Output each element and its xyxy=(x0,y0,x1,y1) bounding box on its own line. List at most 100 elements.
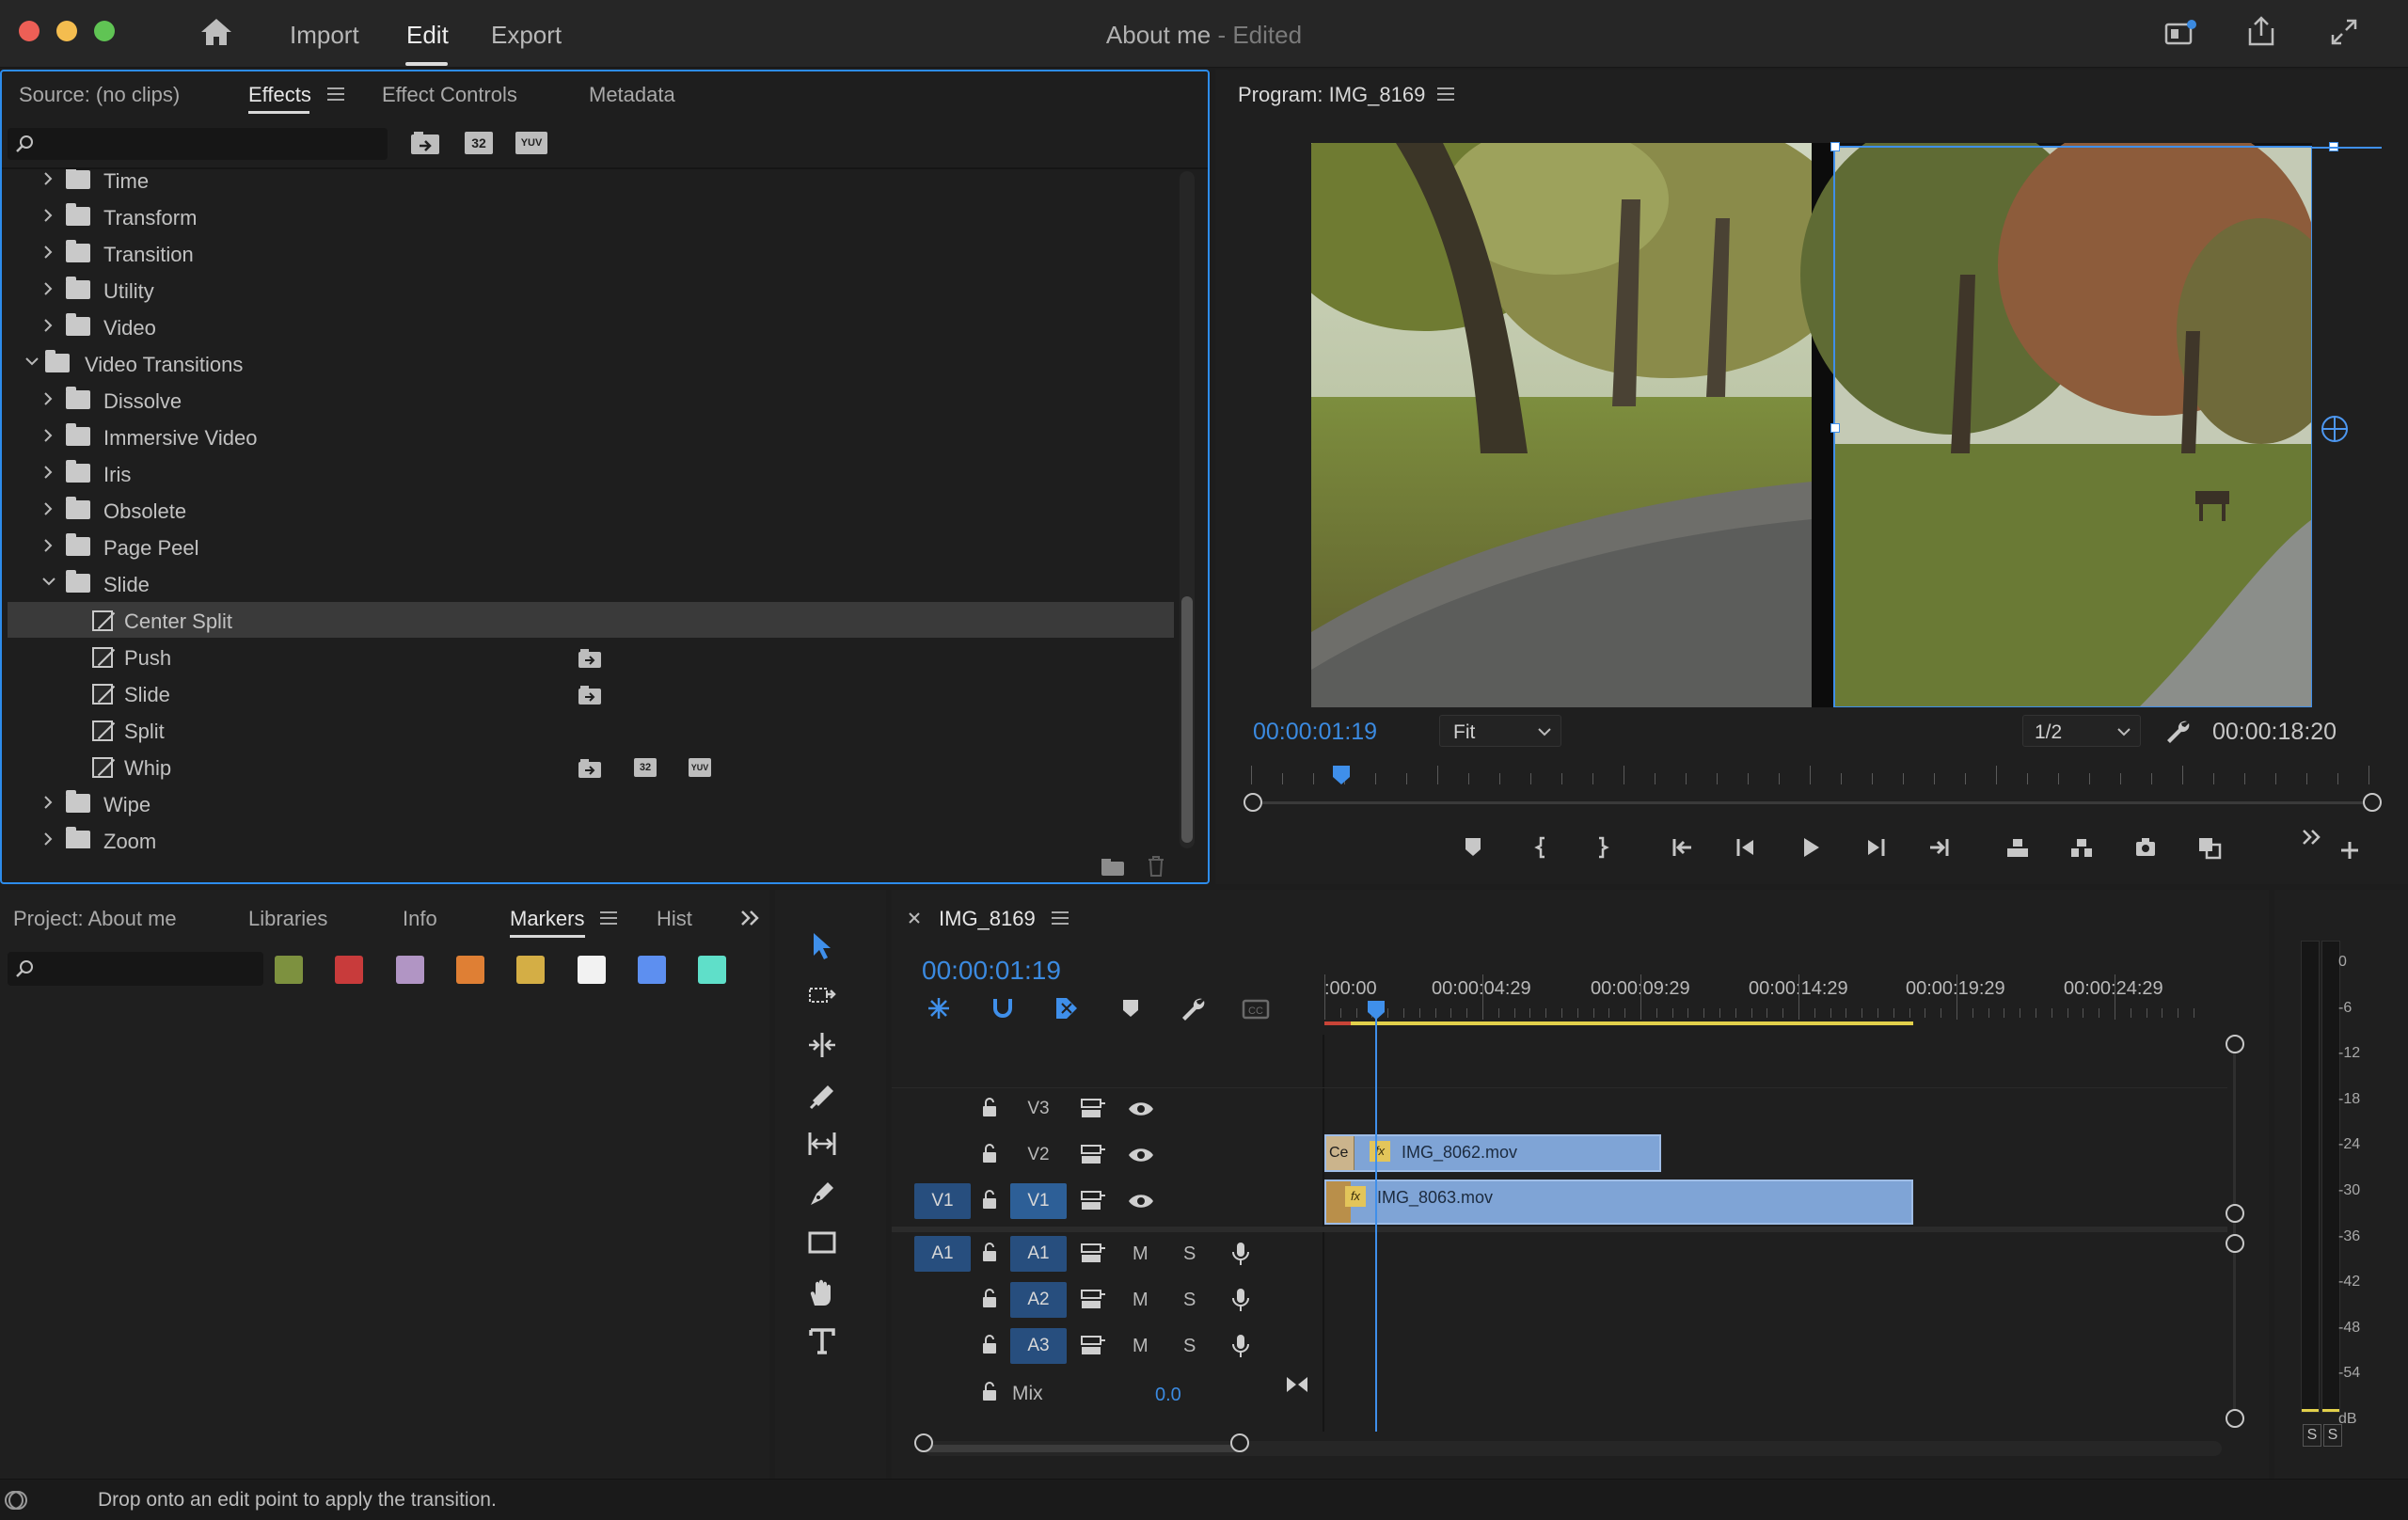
32bit-filter-button[interactable]: 32 xyxy=(465,132,493,154)
toggle-track-output-icon[interactable] xyxy=(1127,1191,1155,1211)
track-target-v1[interactable]: V1 xyxy=(1010,1183,1067,1219)
hscroll-handle-right[interactable] xyxy=(1230,1433,1249,1452)
sync-lock-icon[interactable] xyxy=(1080,1242,1106,1264)
chevron-right-icon[interactable] xyxy=(41,391,56,406)
timeline-settings-icon[interactable] xyxy=(1180,995,1208,1023)
marker-color-filter[interactable] xyxy=(455,956,484,984)
effects-folder-row[interactable]: Immersive Video xyxy=(8,419,1174,454)
vscroll-handle[interactable] xyxy=(2226,1204,2244,1223)
tab-markers[interactable]: Markers xyxy=(510,907,584,931)
lock-track-icon[interactable] xyxy=(980,1189,999,1211)
fullscreen-icon[interactable] xyxy=(2327,15,2361,49)
extract-icon[interactable] xyxy=(2069,835,2094,860)
vscroll-handle[interactable] xyxy=(2226,1409,2244,1428)
sync-lock-icon[interactable] xyxy=(1080,1189,1106,1211)
close-sequence-icon[interactable] xyxy=(905,909,924,927)
tab-source[interactable]: Source: (no clips) xyxy=(19,83,180,107)
track-target-a1[interactable]: A1 xyxy=(1010,1236,1067,1272)
step-back-icon[interactable] xyxy=(1735,835,1759,860)
timeline-vscroll-track[interactable] xyxy=(2233,1042,2236,1418)
go-to-in-icon[interactable] xyxy=(1671,835,1695,860)
go-to-out-icon[interactable] xyxy=(1926,835,1951,860)
selection-tool-icon[interactable] xyxy=(807,931,837,961)
effects-search-field[interactable] xyxy=(8,128,388,160)
lock-track-icon[interactable] xyxy=(980,1381,999,1403)
chevron-right-icon[interactable] xyxy=(41,318,56,333)
snap-icon[interactable] xyxy=(990,995,1018,1023)
playhead-handle[interactable] xyxy=(1366,999,1386,1021)
mute-track-button[interactable]: M xyxy=(1133,1336,1149,1357)
program-monitor-title[interactable]: Program: IMG_8169 xyxy=(1238,83,1425,107)
mark-in-icon[interactable] xyxy=(1531,835,1556,860)
effects-folder-row[interactable]: Page Peel xyxy=(8,529,1174,564)
effect-item-row[interactable]: Slide xyxy=(8,675,1174,711)
tab-effects[interactable]: Effects xyxy=(248,83,311,107)
track-target-a2[interactable]: A2 xyxy=(1010,1282,1067,1318)
sync-lock-icon[interactable] xyxy=(1080,1334,1106,1356)
chevron-down-icon[interactable] xyxy=(41,575,56,590)
play-icon[interactable] xyxy=(1798,835,1823,860)
timeline-hscroll-thumb[interactable] xyxy=(924,1445,1240,1452)
effects-menu-icon[interactable] xyxy=(327,87,344,101)
resolution-dropdown[interactable]: 1/2 xyxy=(2022,715,2141,747)
program-playhead-handle[interactable] xyxy=(1331,764,1352,786)
add-button-icon[interactable] xyxy=(2337,837,2363,863)
go-to-mix-icon[interactable] xyxy=(1285,1373,1309,1396)
tab-metadata[interactable]: Metadata xyxy=(589,83,675,107)
source-patch-a1[interactable]: A1 xyxy=(914,1236,971,1272)
video-frame[interactable] xyxy=(1311,143,2312,707)
add-marker-icon[interactable] xyxy=(1462,835,1486,860)
effects-folder-row[interactable]: Transform xyxy=(8,198,1174,234)
program-scroll-track[interactable] xyxy=(1255,801,2370,804)
export-frame-icon[interactable] xyxy=(2133,835,2158,860)
effect-item-row[interactable]: Push xyxy=(8,639,1174,674)
scroll-handle-right[interactable] xyxy=(2363,793,2382,812)
track-target-a3[interactable]: A3 xyxy=(1010,1328,1067,1364)
tab-info[interactable]: Info xyxy=(403,907,437,931)
voice-over-record-icon[interactable] xyxy=(1230,1241,1251,1267)
markers-search-field[interactable] xyxy=(8,952,263,986)
program-menu-icon[interactable] xyxy=(1437,87,1454,101)
marker-color-filter[interactable] xyxy=(275,956,303,984)
sequence-menu-icon[interactable] xyxy=(1052,911,1069,925)
marker-color-filter[interactable] xyxy=(577,956,606,984)
chevron-right-icon[interactable] xyxy=(41,831,56,847)
razor-tool-icon[interactable] xyxy=(807,1080,837,1110)
solo-right-button[interactable]: S xyxy=(2323,1424,2342,1447)
timeline-clip[interactable]: fx IMG_8063.mov xyxy=(1324,1180,1913,1225)
work-area-bar[interactable] xyxy=(1324,1021,1913,1025)
sequence-tab[interactable]: IMG_8169 xyxy=(939,907,1036,931)
transform-handle[interactable] xyxy=(1830,423,1840,433)
pen-tool-icon[interactable] xyxy=(807,1179,837,1209)
marker-color-filter[interactable] xyxy=(698,956,727,984)
track-target-v3[interactable]: V3 xyxy=(1010,1091,1067,1127)
effects-scrollbar[interactable] xyxy=(1180,171,1195,848)
effects-folder-row[interactable]: Iris xyxy=(8,455,1174,491)
accelerated-effects-filter-icon[interactable] xyxy=(408,128,442,158)
hand-tool-icon[interactable] xyxy=(807,1277,837,1307)
marker-color-filter[interactable] xyxy=(335,956,364,984)
lock-track-icon[interactable] xyxy=(980,1334,999,1356)
vscroll-handle[interactable] xyxy=(2226,1035,2244,1053)
effects-folder-row[interactable]: Utility xyxy=(8,272,1174,308)
lock-track-icon[interactable] xyxy=(980,1288,999,1310)
settings-wrench-icon[interactable] xyxy=(2162,715,2194,747)
lock-track-icon[interactable] xyxy=(980,1097,999,1119)
effect-item-row[interactable]: Center Split xyxy=(8,602,1174,638)
mix-volume-value[interactable]: 0.0 xyxy=(1155,1385,1181,1406)
chevron-right-icon[interactable] xyxy=(41,795,56,810)
zoom-level-dropdown[interactable]: Fit xyxy=(1439,715,1561,747)
effects-folder-row[interactable]: Dissolve xyxy=(8,382,1174,418)
lock-track-icon[interactable] xyxy=(980,1143,999,1165)
add-marker-icon[interactable] xyxy=(1117,995,1146,1023)
markers-menu-icon[interactable] xyxy=(600,911,617,925)
type-tool-icon[interactable] xyxy=(807,1326,837,1356)
marker-color-filter[interactable] xyxy=(395,956,424,984)
transform-handle[interactable] xyxy=(1830,142,1840,151)
effects-folder-row[interactable]: Video Transitions xyxy=(8,345,1174,381)
mute-track-button[interactable]: M xyxy=(1133,1243,1149,1265)
voice-over-record-icon[interactable] xyxy=(1230,1287,1251,1313)
solo-track-button[interactable]: S xyxy=(1183,1336,1196,1357)
track-select-tool-icon[interactable] xyxy=(807,981,837,1011)
anchor-point-icon[interactable] xyxy=(2320,414,2350,444)
